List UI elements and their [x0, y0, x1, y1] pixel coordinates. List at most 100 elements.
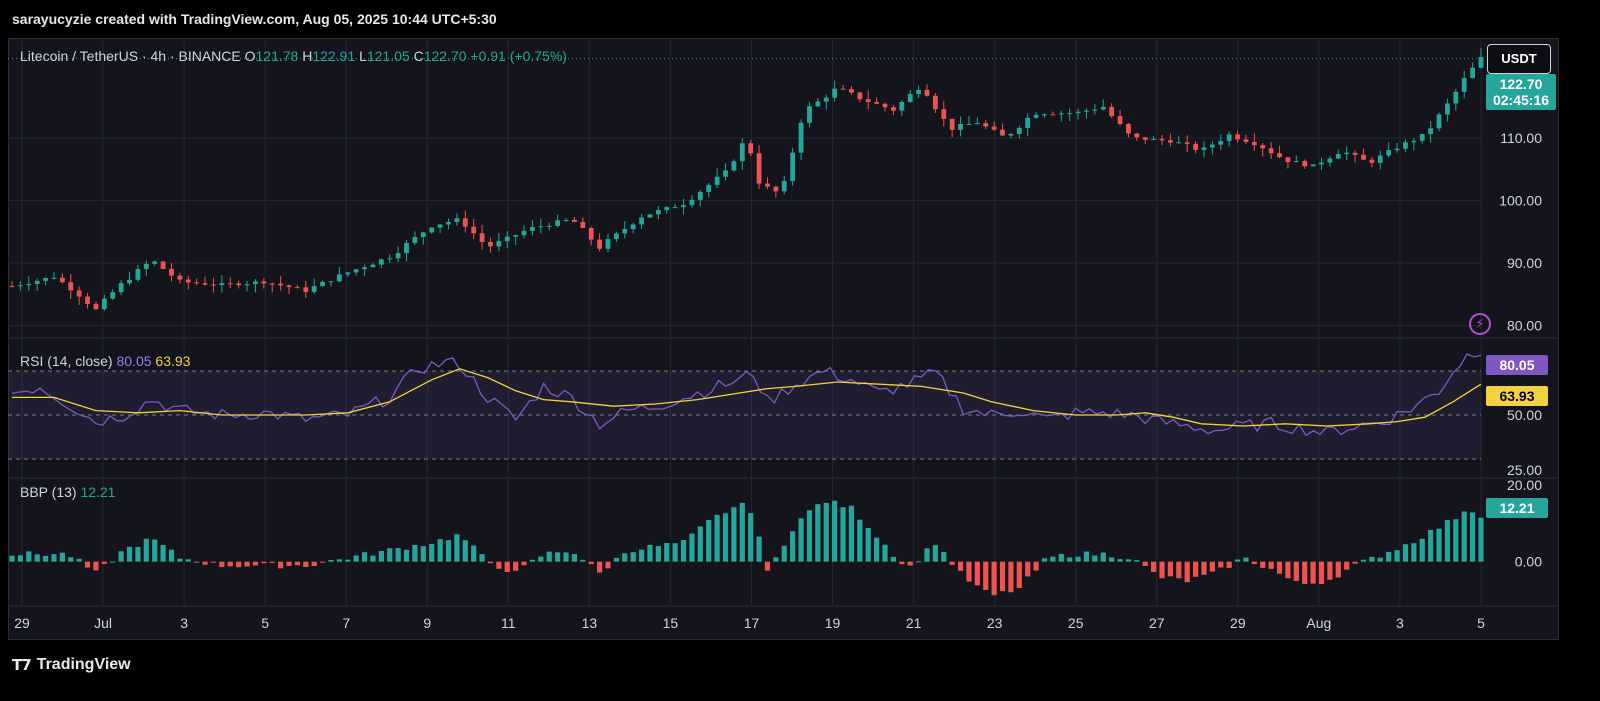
candle-body	[177, 275, 183, 280]
candle-body	[815, 101, 821, 107]
bbp-bar	[1453, 519, 1459, 562]
candle-body	[1159, 138, 1165, 141]
candle-body	[286, 285, 292, 288]
bbp-bar	[135, 546, 141, 562]
bbp-bar	[1402, 544, 1409, 562]
bbp-bar	[34, 554, 40, 562]
time-tick-label: 5	[261, 615, 269, 631]
bbp-bar	[1302, 561, 1308, 585]
bbp-bar	[1218, 561, 1224, 568]
candle-body	[1352, 152, 1358, 155]
candle-body	[555, 220, 561, 226]
bbp-bar	[202, 561, 208, 565]
candle-body	[378, 259, 384, 265]
candle-body	[655, 210, 661, 215]
candle-body	[563, 219, 569, 221]
candle-body	[689, 199, 695, 206]
bbp-bar	[924, 548, 930, 562]
candle-body	[521, 230, 527, 236]
candle-body	[748, 143, 754, 154]
bbp-bar	[143, 538, 149, 562]
bbp-bar	[269, 561, 275, 563]
time-tick-label: Jul	[94, 615, 112, 631]
candle-body	[479, 233, 485, 242]
candle-body	[76, 290, 82, 297]
chart-canvas[interactable]: 29 Jul 3 5 7 9 11 13 15 17 19 21 23 25 27 29 Aug 3 5 80.00 9…	[8, 38, 1559, 640]
candle-body	[488, 241, 493, 247]
bbp-bar	[555, 552, 561, 562]
bbp-bar	[1243, 557, 1249, 562]
candle-body	[1151, 138, 1157, 140]
candle-body	[1109, 106, 1115, 117]
bbp-bar	[605, 561, 611, 569]
bbp-bar	[1327, 561, 1333, 580]
bbp-tick-label: 20.00	[1507, 477, 1542, 493]
bbp-bar	[437, 539, 443, 562]
bbp-bar	[773, 557, 779, 562]
candle-body	[588, 228, 594, 240]
currency-button[interactable]: USDT	[1487, 44, 1551, 74]
bbp-label: BBP (13)	[20, 484, 77, 500]
candle-body	[211, 284, 216, 286]
bbp-bar	[303, 561, 309, 567]
candle-body	[714, 176, 720, 185]
time-tick-label: 15	[663, 615, 679, 631]
candle-body	[798, 122, 804, 153]
bbp-bar	[219, 561, 225, 568]
bbp-bar	[1436, 528, 1442, 562]
candle-body	[807, 106, 812, 123]
bbp-bar	[68, 557, 74, 562]
candle-body	[882, 103, 888, 108]
bbp-bar	[949, 561, 955, 565]
bbp-bar	[1470, 512, 1476, 562]
candle-body	[303, 287, 309, 292]
candle-body	[1243, 139, 1249, 142]
candle-body	[1344, 152, 1350, 155]
bbp-bar	[403, 549, 410, 562]
bbp-bar	[1142, 561, 1148, 566]
last-price-value: 122.70	[1499, 76, 1543, 92]
bbp-bar	[1058, 553, 1064, 562]
bbp-bar	[185, 559, 191, 562]
bbp-bar	[1109, 557, 1115, 562]
bar-countdown: 02:45:16	[1492, 92, 1550, 108]
candle-body	[227, 283, 233, 285]
candle-body	[127, 279, 132, 284]
lightning-icon[interactable]: ⚡	[1469, 313, 1491, 335]
bbp-bar	[1293, 561, 1299, 581]
bbp-bar	[319, 561, 326, 563]
bbp-bar	[244, 561, 250, 567]
candle-body	[1235, 134, 1240, 140]
bbp-bar	[1100, 552, 1106, 562]
candle-body	[697, 191, 703, 200]
candle-body	[26, 284, 32, 286]
time-tick-label: 25	[1068, 615, 1084, 631]
symbol-title: Litecoin / TetherUS · 4h · BINANCE	[20, 48, 241, 64]
candle-body	[664, 207, 670, 211]
bbp-bar	[1083, 551, 1090, 562]
candle-body	[1218, 141, 1224, 145]
candle-body	[823, 97, 829, 102]
candle-body	[1142, 137, 1148, 140]
candle-body	[1310, 164, 1316, 167]
bbp-bar	[1318, 561, 1325, 584]
candle-body	[1000, 129, 1005, 136]
bbp-bar	[93, 561, 99, 571]
candle-body	[580, 221, 586, 229]
candle-body	[1277, 153, 1282, 158]
bbp-bar	[1310, 561, 1316, 584]
candle-body	[1058, 113, 1064, 115]
candle-body	[1377, 155, 1383, 163]
candle-body	[773, 186, 779, 192]
candle-body	[194, 282, 200, 284]
bbp-bar	[84, 561, 91, 568]
bbp-bar	[370, 555, 376, 562]
bbp-bar	[76, 558, 82, 562]
bbp-bar	[1117, 559, 1123, 562]
candle-body	[160, 261, 166, 269]
candle-body	[1319, 162, 1324, 165]
candle-body	[1134, 133, 1140, 138]
bbp-bar	[110, 561, 116, 563]
bbp-bar	[59, 552, 65, 562]
bbp-bar	[1444, 520, 1451, 562]
